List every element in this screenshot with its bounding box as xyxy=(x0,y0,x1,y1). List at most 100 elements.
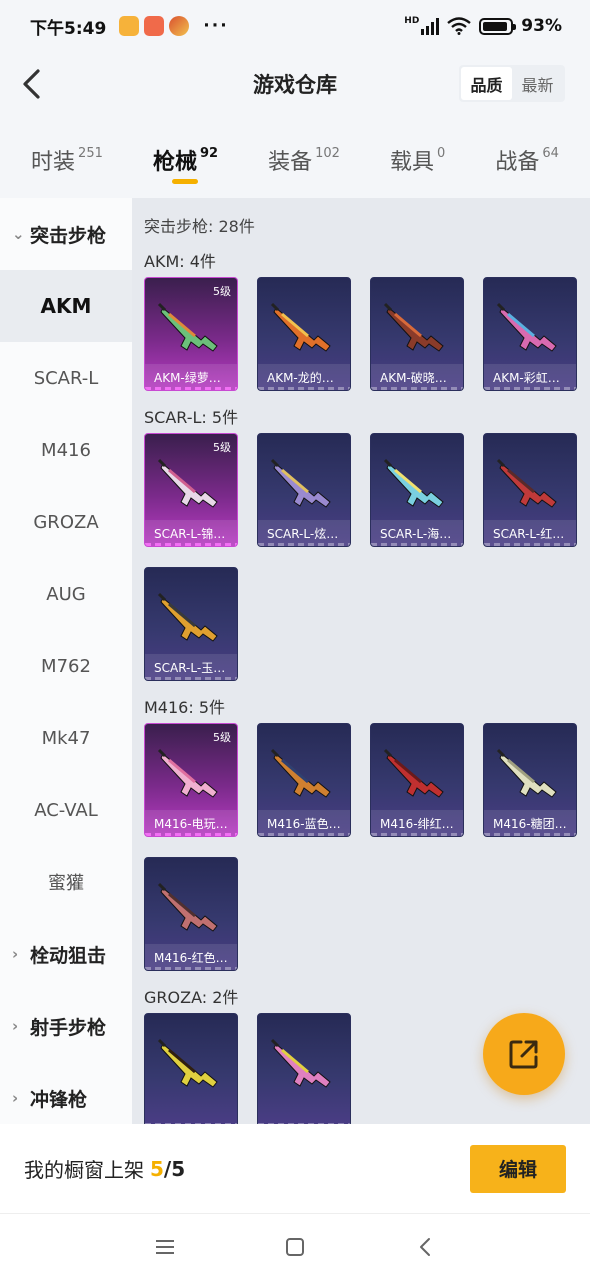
back-arrow-icon xyxy=(23,69,40,99)
hd-label: HD xyxy=(404,16,420,26)
category-tabs: 时装 251 枪械 92 装备 102 载具 0 战备 64 xyxy=(0,128,590,198)
sidebar-group-label: 射手步枪 xyxy=(30,1016,107,1039)
home-square-icon xyxy=(286,1238,304,1256)
rifle-skin-image xyxy=(381,744,455,804)
showcase-count: 5/5 xyxy=(150,1157,185,1181)
tab-label: 装备 xyxy=(268,150,313,175)
skin-grid: 5级 SCAR-L-锦… SCAR-L-炫… SCAR-L-海… SCAR-L-红… SC… xyxy=(144,433,580,681)
level-badge: 5级 xyxy=(213,441,231,454)
card-stripe xyxy=(258,833,350,836)
nav-back-button[interactable] xyxy=(405,1227,445,1267)
share-button[interactable] xyxy=(483,1013,565,1095)
level-badge: 5级 xyxy=(213,731,231,744)
tab-count: 92 xyxy=(199,146,219,161)
rifle-skin-image xyxy=(155,298,229,358)
card-stripe xyxy=(145,677,237,680)
sort-by-quality[interactable]: 品质 xyxy=(461,67,512,100)
showcase-total: 5 xyxy=(171,1156,186,1181)
skin-card[interactable]: AKM-破晓… xyxy=(370,277,464,391)
store-app-icon xyxy=(144,16,165,36)
skin-card[interactable]: SCAR-L-玉… xyxy=(144,567,238,681)
skin-card[interactable]: M416-绯红… xyxy=(370,723,464,837)
chevron-down-icon: ⌄ xyxy=(12,225,25,243)
sidebar-item-m416[interactable]: M416 xyxy=(0,414,132,486)
sidebar-item-ac-val[interactable]: AC-VAL xyxy=(0,774,132,846)
tab-count: 0 xyxy=(437,146,446,161)
rifle-skin-image xyxy=(155,454,229,514)
sidebar-item-honey-badger[interactable]: 蜜獾 xyxy=(0,846,132,918)
sidebar-item-akm[interactable]: AKM xyxy=(0,270,132,342)
card-stripe xyxy=(371,833,463,836)
card-stripe xyxy=(258,543,350,546)
skin-card[interactable]: SCAR-L-海… xyxy=(370,433,464,547)
app-header: 游戏仓库 品质 最新 xyxy=(0,52,590,116)
card-stripe xyxy=(145,833,237,836)
sidebar-group-bolt-sniper[interactable]: › 栓动狙击 xyxy=(0,918,132,990)
edit-button[interactable]: 编辑 xyxy=(470,1144,566,1193)
sidebar-group-label: 冲锋枪 xyxy=(30,1088,88,1111)
sidebar-item-mk47[interactable]: Mk47 xyxy=(0,702,132,774)
tab-outfits[interactable]: 时装 251 xyxy=(31,128,103,198)
level-badge: 5级 xyxy=(213,285,231,298)
tab-label: 枪械 xyxy=(152,150,197,175)
active-tab-indicator xyxy=(172,179,199,184)
sidebar-item-m762[interactable]: M762 xyxy=(0,630,132,702)
skin-card[interactable]: M416-红色… xyxy=(144,857,238,971)
skin-card[interactable]: M416-糖团… xyxy=(483,723,577,837)
wifi-icon xyxy=(447,17,472,35)
card-stripe xyxy=(371,387,463,390)
skin-card[interactable]: SCAR-L-炫… xyxy=(257,433,351,547)
menu-button[interactable] xyxy=(145,1227,185,1267)
tab-vehicles[interactable]: 载具 0 xyxy=(390,128,445,198)
tab-count: 64 xyxy=(542,146,559,161)
card-stripe xyxy=(145,387,237,390)
status-bar: 下午5:49 ··· HD 93% xyxy=(0,0,590,52)
skin-card[interactable]: AKM-龙的… xyxy=(257,277,351,391)
sort-toggle: 品质 最新 xyxy=(459,65,565,102)
home-button[interactable] xyxy=(275,1227,315,1267)
section-title: GROZA: 2件 xyxy=(144,988,239,1007)
sidebar-group-marksman-rifle[interactable]: › 射手步枪 xyxy=(0,990,132,1062)
skin-grid: 5级 AKM-绿萝… AKM-龙的… AKM-破晓… AKM-彩虹… xyxy=(144,277,580,391)
page-title: 游戏仓库 xyxy=(253,73,337,97)
skin-card[interactable] xyxy=(257,1013,351,1124)
sidebar-group-label: 栓动狙击 xyxy=(30,944,107,967)
chevron-right-icon: › xyxy=(12,945,19,963)
chevron-right-icon: › xyxy=(12,1089,19,1107)
signal-icon xyxy=(421,17,440,35)
card-stripe xyxy=(484,833,576,836)
sort-by-newest[interactable]: 最新 xyxy=(512,67,563,100)
rifle-skin-image xyxy=(155,1034,229,1094)
skin-card[interactable]: 5级 AKM-绿萝… xyxy=(144,277,238,391)
nav-back-icon xyxy=(420,1238,430,1256)
game-app-icon xyxy=(169,16,190,36)
rifle-skin-image xyxy=(155,744,229,804)
tab-equipment[interactable]: 装备 102 xyxy=(268,128,340,198)
rifle-skin-image xyxy=(494,298,568,358)
card-stripe xyxy=(371,543,463,546)
skin-card[interactable]: M416-蓝色… xyxy=(257,723,351,837)
tab-count: 251 xyxy=(78,146,103,161)
skin-card[interactable]: 5级 M416-电玩… xyxy=(144,723,238,837)
card-stripe xyxy=(484,387,576,390)
sidebar-group-assault-rifles[interactable]: ⌄ 突击步枪 xyxy=(0,198,132,270)
battery-percent: 93% xyxy=(521,16,562,36)
tab-gear[interactable]: 战备 64 xyxy=(495,128,559,198)
showcase-bar: 我的橱窗上架 5/5 编辑 xyxy=(0,1124,590,1214)
skin-card[interactable]: 5级 SCAR-L-锦… xyxy=(144,433,238,547)
tab-label: 载具 xyxy=(390,150,435,175)
showcase-used: 5 xyxy=(150,1156,164,1181)
sidebar-item-aug[interactable]: AUG xyxy=(0,558,132,630)
sidebar-item-groza[interactable]: GROZA xyxy=(0,486,132,558)
skin-card[interactable]: SCAR-L-红… xyxy=(483,433,577,547)
section-title: M416: 5件 xyxy=(144,698,226,717)
rifle-skin-image xyxy=(381,298,455,358)
sidebar-group-smg[interactable]: › 冲锋枪 xyxy=(0,1062,132,1124)
card-stripe xyxy=(145,967,237,970)
sidebar-item-scar-l[interactable]: SCAR-L xyxy=(0,342,132,414)
skin-card[interactable] xyxy=(144,1013,238,1124)
skin-card[interactable]: AKM-彩虹… xyxy=(483,277,577,391)
tab-guns[interactable]: 枪械 92 xyxy=(153,128,218,198)
back-button[interactable] xyxy=(14,66,50,102)
rifle-skin-image xyxy=(494,744,568,804)
